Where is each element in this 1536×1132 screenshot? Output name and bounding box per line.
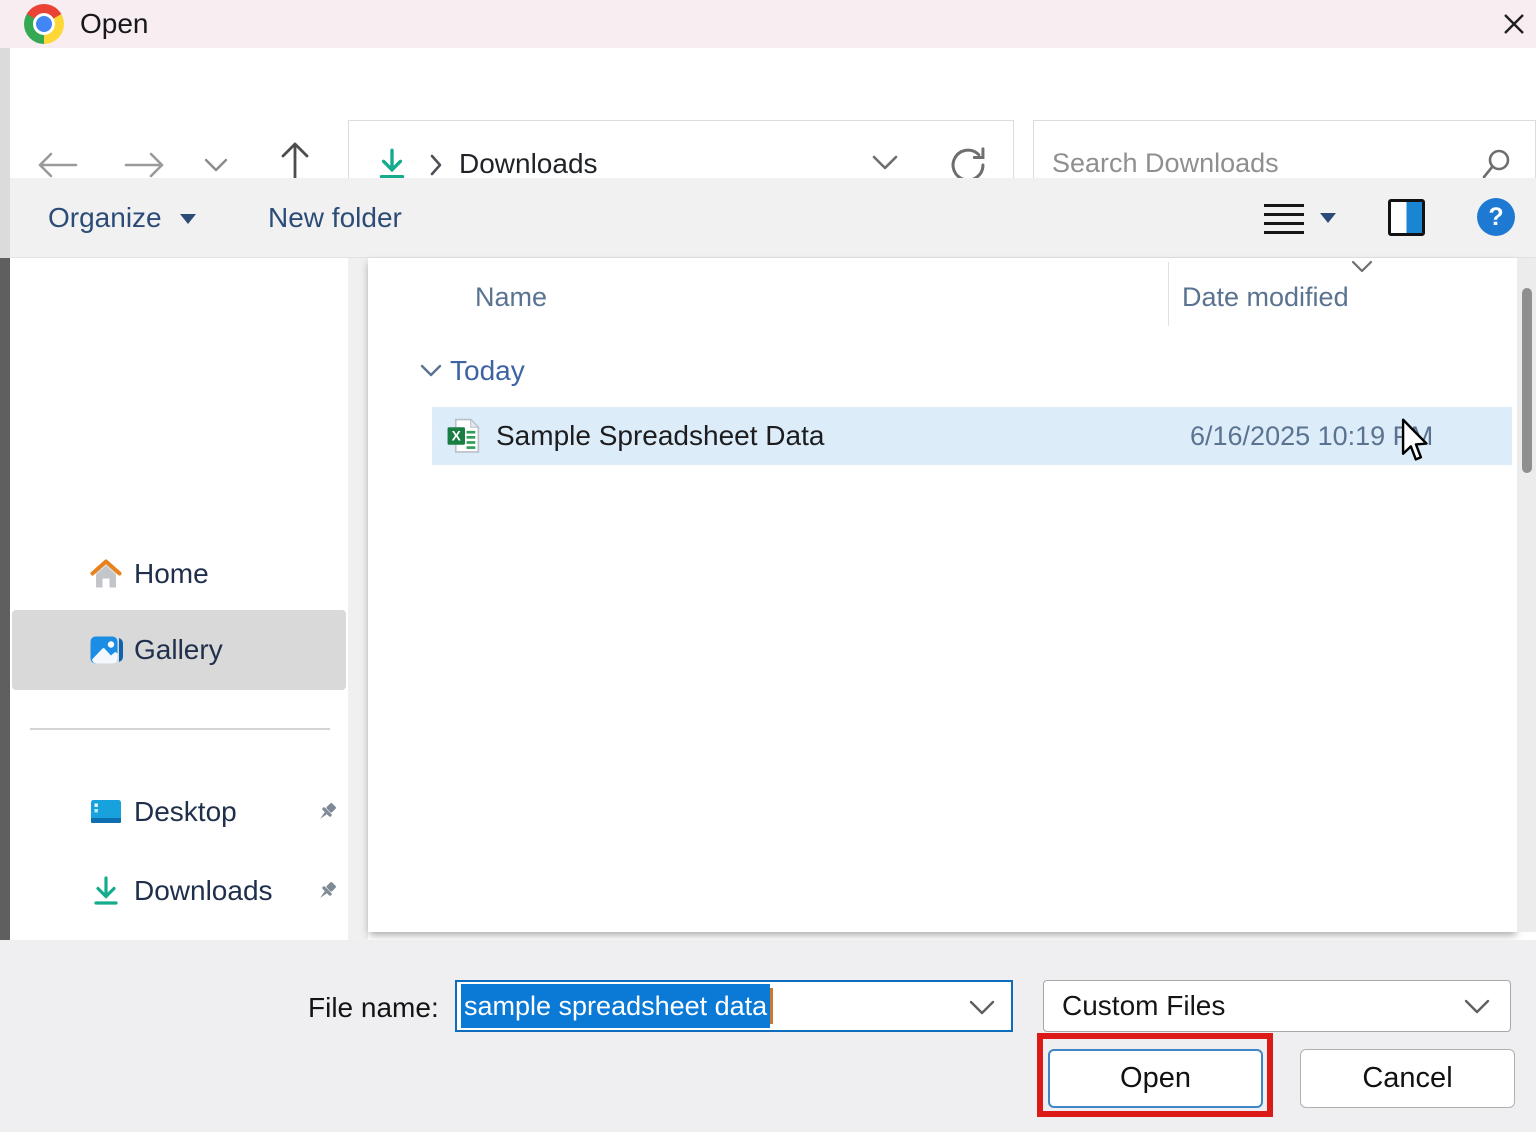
title-bar: Open: [0, 0, 1536, 48]
sidebar-item-label: Gallery: [134, 634, 223, 665]
open-button[interactable]: Open: [1048, 1049, 1263, 1108]
sidebar-divider: [30, 728, 330, 730]
organize-label: Organize: [48, 202, 162, 233]
cursor-pointer: [1401, 418, 1428, 461]
column-separator: [1168, 262, 1169, 326]
pane-gap: [348, 258, 368, 940]
organize-button[interactable]: Organize: [48, 178, 162, 258]
preview-pane-button[interactable]: [1388, 199, 1425, 236]
file-row[interactable]: X Sample Spreadsheet Data 6/16/2025 10:1…: [432, 407, 1512, 465]
new-folder-button[interactable]: New folder: [268, 178, 402, 258]
svg-text:X: X: [452, 428, 462, 444]
text-caret: [770, 988, 774, 1024]
file-type-select[interactable]: Custom Files: [1043, 980, 1511, 1032]
close-icon: [1504, 14, 1524, 34]
open-file-dialog: Open Downloads Search Downloads Organize…: [0, 0, 1536, 1132]
pin-icon: [320, 803, 336, 819]
breadcrumb-chevron-icon: [430, 154, 442, 176]
new-folder-label: New folder: [268, 202, 402, 233]
recent-locations-button[interactable]: [196, 150, 236, 180]
sort-chevron-icon[interactable]: [1350, 260, 1374, 274]
excel-file-icon: X: [447, 418, 480, 453]
left-edge-upper: [0, 48, 10, 258]
group-header-today[interactable]: Today: [450, 355, 525, 387]
open-button-label: Open: [1120, 1062, 1191, 1094]
gallery-icon: [90, 636, 123, 664]
file-name: Sample Spreadsheet Data: [496, 420, 825, 451]
sidebar-item-desktop[interactable]: Desktop: [10, 786, 348, 838]
group-collapse-icon[interactable]: [420, 364, 442, 378]
left-edge-strip: [0, 258, 10, 940]
home-icon: [90, 559, 122, 588]
column-header-name[interactable]: Name: [475, 282, 547, 313]
view-dropdown-icon[interactable]: [1320, 213, 1336, 223]
cancel-button-label: Cancel: [1362, 1062, 1453, 1094]
navigation-pane: Home Gallery Desktop Downloads: [10, 258, 348, 1132]
navigation-bar: Downloads: [0, 48, 1536, 208]
file-type-dropdown-icon: [1464, 999, 1490, 1014]
help-button[interactable]: ?: [1477, 198, 1515, 236]
close-button[interactable]: [1494, 4, 1534, 44]
file-list-panel: Name Date modified Today: [368, 258, 1517, 932]
sidebar-item-gallery[interactable]: Gallery: [12, 610, 346, 690]
downloads-icon: [94, 876, 118, 905]
file-name-dropdown-icon[interactable]: [969, 1000, 995, 1016]
chrome-icon: [24, 4, 64, 44]
command-toolbar: Organize New folder ?: [0, 178, 1536, 258]
sidebar-item-label: Desktop: [134, 796, 237, 827]
address-dropdown-icon[interactable]: [871, 155, 899, 171]
cancel-button[interactable]: Cancel: [1300, 1049, 1515, 1108]
dialog-title: Open: [80, 8, 149, 39]
column-header-date-modified[interactable]: Date modified: [1182, 282, 1349, 313]
view-options-button[interactable]: [1264, 204, 1304, 234]
file-name-input[interactable]: sample spreadsheet data: [455, 980, 1013, 1032]
file-name-value: sample spreadsheet data: [461, 984, 771, 1028]
view-list-icon: [1264, 204, 1304, 207]
sidebar-item-label: Home: [134, 558, 209, 589]
sidebar-item-home[interactable]: Home: [10, 548, 348, 600]
back-icon: [38, 152, 78, 178]
pin-icon: [320, 882, 336, 898]
desktop-icon: [91, 800, 121, 823]
file-type-value: Custom Files: [1062, 990, 1226, 1021]
scrollbar-thumb[interactable]: [1522, 288, 1532, 473]
sidebar-item-label: Downloads: [134, 875, 273, 906]
forward-icon: [124, 152, 164, 178]
file-name-label: File name:: [308, 992, 439, 1023]
sidebar-item-downloads[interactable]: Downloads: [10, 865, 348, 917]
organize-caret-icon: [180, 214, 196, 224]
history-chevron-icon: [204, 158, 228, 172]
search-icon[interactable]: [1479, 147, 1513, 181]
